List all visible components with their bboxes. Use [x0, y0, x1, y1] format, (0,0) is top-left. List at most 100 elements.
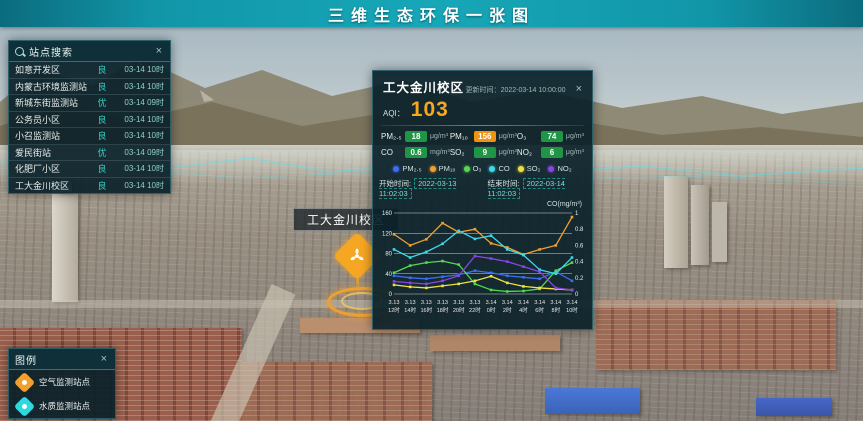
svg-text:0.2: 0.2 — [575, 276, 584, 282]
popup-close-icon[interactable]: × — [574, 84, 584, 95]
start-time-label: 开始时间: — [379, 179, 411, 188]
svg-text:10时: 10时 — [566, 306, 578, 314]
svg-text:3.14: 3.14 — [502, 300, 513, 306]
legend-marker-icon — [14, 395, 35, 416]
building — [664, 176, 688, 268]
map-scene[interactable]: 三维生态环保一张图 站点搜索 × 如意开发区良03-14 10时内蒙古环境监测站… — [0, 0, 863, 421]
legend-panel-title: 图例 — [15, 352, 99, 367]
svg-text:0.8: 0.8 — [575, 227, 584, 233]
legend-dot — [548, 166, 554, 172]
pollutant-value: 0.6 — [405, 147, 427, 158]
building — [52, 190, 78, 302]
page-title: 三维生态环保一张图 — [328, 2, 535, 26]
legend-row[interactable]: 水质监测站点 — [9, 394, 115, 418]
station-grade: 良 — [92, 179, 112, 192]
station-row[interactable]: 如意开发区良03-14 10时 — [9, 62, 170, 79]
svg-text:0.4: 0.4 — [575, 260, 584, 266]
pollutant-name: SO₂ — [450, 148, 474, 157]
station-row[interactable]: 爱民街站优03-14 09时 — [9, 145, 170, 162]
pollutant-unit: mg/m³ — [430, 149, 450, 156]
legend-item[interactable]: O₃ — [464, 164, 482, 173]
station-name: 化肥厂小区 — [15, 162, 92, 175]
station-update-time: 03-14 10时 — [112, 114, 164, 125]
aqi-row: AQI： 103 — [373, 98, 592, 122]
pollutant-name: PM₁₀ — [450, 132, 474, 141]
legend-label: O₃ — [473, 164, 482, 173]
svg-text:1: 1 — [575, 211, 579, 217]
svg-text:80: 80 — [385, 252, 392, 258]
legend-close-icon[interactable]: × — [99, 354, 109, 365]
station-grade: 良 — [92, 113, 112, 126]
legend-marker-icon — [14, 371, 35, 392]
svg-text:12时: 12时 — [388, 306, 400, 314]
legend-item[interactable]: SO₂ — [518, 164, 541, 173]
legend-row[interactable]: 空气监测站点 — [9, 370, 115, 394]
svg-text:3.13: 3.13 — [437, 300, 448, 306]
station-grade: 良 — [92, 63, 112, 76]
svg-text:18时: 18时 — [437, 306, 449, 314]
legend-row-label: 空气监测站点 — [39, 376, 90, 388]
svg-text:0时: 0时 — [487, 306, 496, 314]
pollutant-unit: μg/m³ — [499, 149, 517, 156]
chart-legend: PM₂.₅ PM₁₀ O₃ CO SO₂ NO₂ — [373, 160, 592, 175]
building — [712, 202, 727, 262]
station-update-time: 03-14 10时 — [112, 130, 164, 141]
station-update-time: 03-14 10时 — [112, 81, 164, 92]
svg-text:20时: 20时 — [453, 306, 465, 314]
pollutant-value: 156 — [474, 131, 496, 142]
svg-text:3.13: 3.13 — [453, 300, 464, 306]
update-label: 更新时间： — [466, 87, 501, 94]
station-list-panel: 站点搜索 × 如意开发区良03-14 10时内蒙古环境监测站良03-14 10时… — [8, 40, 171, 194]
update-value: 2022-03-14 10:00:00 — [501, 87, 566, 94]
station-grade: 优 — [92, 146, 112, 159]
station-row[interactable]: 新城东街监测站优03-14 09时 — [9, 95, 170, 112]
station-update-time: 03-14 09时 — [112, 97, 164, 108]
pollutant-value: 9 — [474, 147, 496, 158]
pollutant-unit: μg/m³ — [499, 133, 517, 140]
station-row[interactable]: 小召监测站良03-14 10时 — [9, 128, 170, 145]
svg-text:120: 120 — [382, 231, 393, 237]
station-grade: 优 — [92, 96, 112, 109]
station-row[interactable]: 工大金川校区良03-14 10时 — [9, 178, 170, 194]
svg-text:3.13: 3.13 — [469, 300, 480, 306]
svg-text:6时: 6时 — [535, 306, 544, 314]
svg-text:8时: 8时 — [551, 306, 560, 314]
legend-item[interactable]: CO — [489, 164, 509, 173]
pollutant-reading: PM₁₀156μg/m³ — [450, 131, 517, 142]
station-name: 新城东街监测站 — [15, 96, 92, 109]
station-update-time: 03-14 10时 — [112, 64, 164, 75]
legend-item[interactable]: PM₁₀ — [430, 164, 456, 173]
trend-chart-svg: 0408012016000.20.40.60.813.1312时3.1314时3… — [375, 208, 590, 320]
pollutant-trend-chart: 0408012016000.20.40.60.813.1312时3.1314时3… — [373, 208, 592, 325]
svg-text:16时: 16时 — [420, 306, 432, 314]
svg-text:4时: 4时 — [519, 306, 528, 314]
legend-dot — [489, 166, 495, 172]
building — [691, 185, 709, 265]
end-time: 结束时间:2022-03-14 11:02:03 — [488, 178, 587, 198]
pollutant-reading: SO₂9μg/m³ — [450, 147, 517, 158]
legend-label: NO₂ — [557, 164, 571, 173]
station-row[interactable]: 公务员小区良03-14 10时 — [9, 112, 170, 129]
legend-label: PM₁₀ — [439, 164, 456, 173]
station-grade: 良 — [92, 80, 112, 93]
station-row[interactable]: 内蒙古环境监测站良03-14 10时 — [9, 79, 170, 96]
building-block — [430, 335, 560, 351]
pollutant-reading: NO₂6μg/m³ — [517, 147, 584, 158]
popup-title: 工大金川校区 — [383, 77, 464, 96]
station-update-time: 03-14 10时 — [112, 180, 164, 191]
building-block — [242, 362, 432, 421]
legend-items: 空气监测站点水质监测站点 — [9, 370, 115, 418]
station-row[interactable]: 化肥厂小区良03-14 10时 — [9, 161, 170, 178]
pollutant-unit: μg/m³ — [566, 149, 584, 156]
legend-item[interactable]: PM₂.₅ — [393, 164, 421, 173]
svg-text:3.14: 3.14 — [567, 300, 578, 306]
close-icon[interactable]: × — [154, 46, 164, 57]
pinwheel-icon — [347, 246, 367, 266]
legend-marker-dot — [22, 380, 27, 385]
station-name: 内蒙古环境监测站 — [15, 80, 92, 93]
svg-text:3.14: 3.14 — [534, 300, 545, 306]
legend-item[interactable]: NO₂ — [548, 164, 571, 173]
pollutant-name: CO — [381, 148, 405, 157]
svg-text:3.14: 3.14 — [550, 300, 561, 306]
station-grade: 良 — [92, 129, 112, 142]
